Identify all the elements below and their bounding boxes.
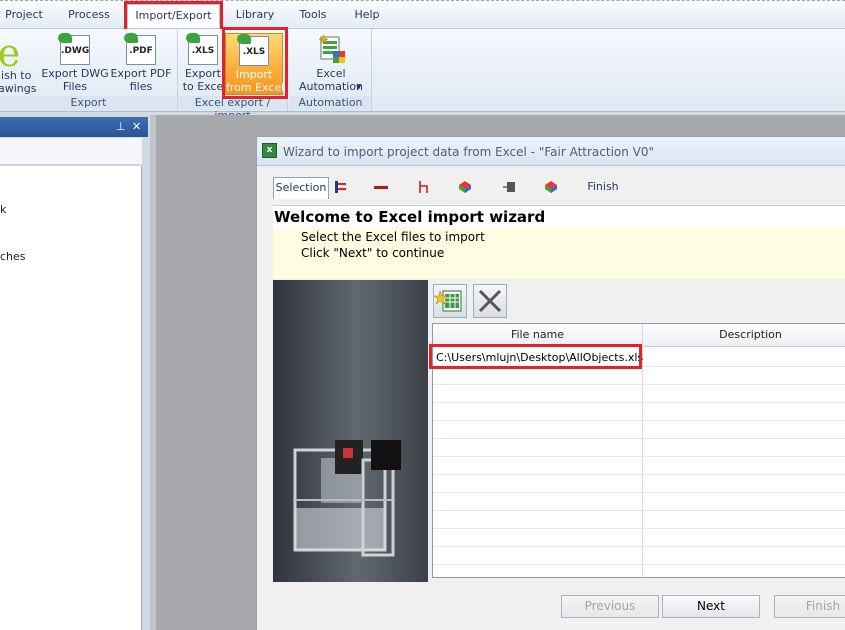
tab-cable-icon[interactable] <box>373 180 389 194</box>
left-panel-tree: k ches <box>0 166 142 630</box>
close-icon[interactable]: ✕ <box>132 120 141 133</box>
export-to-excel-label: Export to Exce <box>182 67 224 93</box>
xls-export-icon: .XLS <box>186 33 218 65</box>
grid-row-line <box>433 456 845 457</box>
machine-illustration <box>293 440 401 557</box>
instruction-line-2: Click "Next" to continue <box>301 246 445 260</box>
menu-process[interactable]: Process <box>62 4 116 28</box>
grid-row-line <box>433 384 845 385</box>
workspace-splitter[interactable] <box>150 115 156 630</box>
add-file-button[interactable] <box>433 284 467 318</box>
dropdown-arrow-icon: ▼ <box>356 83 362 91</box>
export-pdf-label: Export PDF files <box>110 67 172 93</box>
dwg-file-icon: .DWG <box>58 33 90 65</box>
publish-drawings-button[interactable]: e lish to awings <box>0 33 38 95</box>
previous-button[interactable]: Previous <box>561 595 659 618</box>
menu-library[interactable]: Library <box>229 4 281 28</box>
left-panel-toolbar <box>0 138 142 165</box>
tab-components-icon[interactable] <box>333 180 349 194</box>
add-excel-file-icon <box>433 290 462 312</box>
remove-file-button[interactable] <box>473 284 507 318</box>
export-pdf-button[interactable]: .PDF Export PDF files <box>110 33 172 95</box>
export-to-excel-button[interactable]: .XLS Export to Exce <box>180 33 226 95</box>
instruction-line-1: Select the Excel files to import <box>301 230 485 244</box>
filename-highlight-box <box>429 344 642 369</box>
tab-wire-icon[interactable] <box>417 180 433 194</box>
machine-preview-image <box>273 280 428 582</box>
dialog-titlebar: x Wizard to import project data from Exc… <box>257 137 845 166</box>
wizard-welcome-banner: Welcome to Excel import wizard <box>273 205 845 228</box>
import-highlight-box <box>222 27 288 99</box>
grid-row-line <box>433 492 845 493</box>
grid-row-line <box>433 402 845 403</box>
menu-project[interactable]: Project <box>2 4 46 28</box>
wizard-heading: Welcome to Excel import wizard <box>274 208 546 226</box>
left-panel: ⊥ ✕ k ches <box>0 115 148 630</box>
pin-icon[interactable]: ⊥ <box>116 120 126 133</box>
ribbon-group-export: e lish to awings .DWG Export DWG Files .… <box>0 29 178 111</box>
next-button[interactable]: Next <box>662 595 760 618</box>
grid-row-line <box>433 474 845 475</box>
grid-row-line <box>433 546 845 547</box>
left-panel-header: ⊥ ✕ <box>0 117 148 137</box>
wizard-instructions: Select the Excel files to import Click "… <box>273 228 845 279</box>
tree-item-partial-1[interactable]: k <box>0 203 6 216</box>
column-header-description[interactable]: Description <box>643 324 845 347</box>
grid-row-line <box>433 564 845 565</box>
dialog-title: Wizard to import project data from Excel… <box>283 145 655 159</box>
export-dwg-label: Export DWG Files <box>41 67 109 93</box>
excel-automation-button[interactable]: Excel Automation ▼ <box>294 33 368 95</box>
menu-help[interactable]: Help <box>348 4 386 28</box>
tab-assembly-icon[interactable] <box>543 180 559 194</box>
tab-connector-icon[interactable] <box>501 180 517 194</box>
pdf-file-icon: .PDF <box>124 33 156 65</box>
export-dwg-button[interactable]: .DWG Export DWG Files <box>41 33 109 95</box>
ribbon-group-export-label: Export <box>0 96 177 110</box>
ribbon: e lish to awings .DWG Export DWG Files .… <box>0 29 845 122</box>
tab-parts-icon[interactable] <box>457 180 473 194</box>
delete-x-icon <box>478 289 502 313</box>
tree-item-partial-2[interactable]: ches <box>0 250 26 263</box>
tab-selection[interactable]: Selection <box>273 177 329 199</box>
tab-finish[interactable]: Finish <box>583 177 623 199</box>
excel-automation-icon <box>318 34 345 63</box>
grid-row-line <box>433 420 845 421</box>
publish-label: lish to awings <box>0 69 37 95</box>
grid-row-line <box>433 438 845 439</box>
excel-app-icon: x <box>262 143 277 158</box>
finish-button[interactable]: Finish <box>774 595 845 618</box>
ribbon-group-automation: Excel Automation ▼ Automation <box>290 29 372 111</box>
grid-row-line <box>433 510 845 511</box>
import-wizard-dialog: x Wizard to import project data from Exc… <box>256 136 845 630</box>
grid-row-line <box>433 528 845 529</box>
menu-tools[interactable]: Tools <box>292 4 334 28</box>
ribbon-group-automation-label: Automation <box>290 96 371 110</box>
